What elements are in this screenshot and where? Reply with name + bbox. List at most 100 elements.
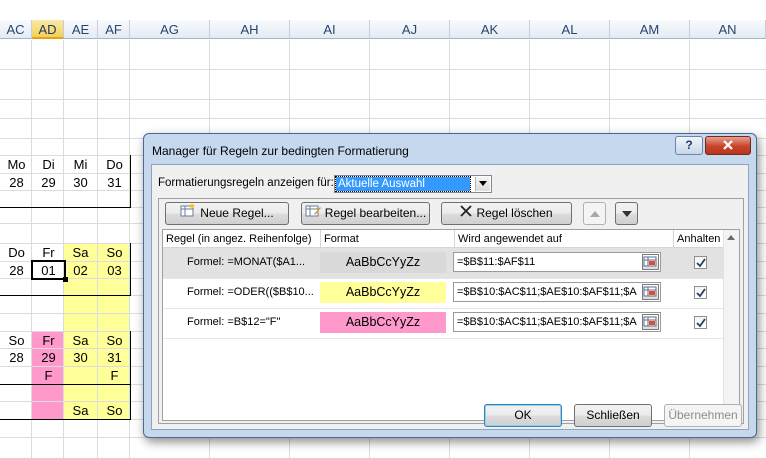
column-header-ag[interactable]: AG xyxy=(130,20,210,39)
column-header-ae[interactable]: AE xyxy=(64,20,98,39)
show-rules-for-dropdown[interactable]: Aktuelle Auswahl xyxy=(334,175,492,193)
applies-to-range-text: =$B$10:$AC$11;$AE$10:$AF$11;$AD xyxy=(457,316,637,328)
column-header-rule[interactable]: Regel (in angez. Reihenfolge) xyxy=(163,230,321,248)
cell-day-block2-3[interactable]: So xyxy=(98,243,131,263)
cell-weekday-block3-1[interactable] xyxy=(32,401,65,421)
block1-bottom-border xyxy=(0,207,130,208)
cell-day-block2-0[interactable]: Do xyxy=(0,243,33,263)
applies-to-range-text: =$B$10:$AC$11;$AE$10:$AF$11;$AD xyxy=(457,286,637,298)
row-separator xyxy=(163,338,725,339)
delete-icon xyxy=(460,203,473,224)
range-picker-button[interactable] xyxy=(642,254,659,270)
column-header-af[interactable]: AF xyxy=(98,20,130,39)
column-header-ak[interactable]: AK xyxy=(450,20,530,39)
cell-flag-block3-3[interactable]: F xyxy=(98,366,131,386)
cell-day-block1-2[interactable]: Mi xyxy=(64,155,97,175)
rule-formula-text: Formel: =MONAT($A1... xyxy=(187,256,306,268)
cell-day-block1-3[interactable]: Do xyxy=(98,155,131,175)
checkmark-icon xyxy=(696,318,706,328)
conditional-formatting-rules-dialog: Manager für Regeln zur bedingten Formati… xyxy=(143,133,757,438)
cell-weekday-block3-2[interactable]: Sa xyxy=(64,401,97,421)
cell-weekday-block3-3[interactable]: So xyxy=(98,401,131,421)
fill-handle[interactable] xyxy=(63,277,68,282)
range-picker-button[interactable] xyxy=(642,314,659,330)
new-rule-label: Neue Regel... xyxy=(200,206,274,220)
column-header-ah[interactable]: AH xyxy=(210,20,290,39)
cell-date-block2-3[interactable]: 03 xyxy=(98,261,131,281)
delete-rule-label: Regel löschen xyxy=(476,206,553,220)
grid-hline xyxy=(0,99,766,100)
close-button[interactable]: Schließen xyxy=(574,404,652,427)
move-down-button[interactable] xyxy=(615,202,638,225)
column-header-ai[interactable]: AI xyxy=(290,20,370,39)
scope-selected-value: Aktuelle Auswahl xyxy=(335,176,471,192)
applies-to-field[interactable]: =$B$10:$AC$11;$AE$10:$AF$11;$AD xyxy=(453,282,661,302)
dropdown-arrow-button[interactable] xyxy=(475,177,490,191)
dialog-title: Manager für Regeln zur bedingten Formati… xyxy=(152,144,409,158)
format-preview: AaBbCcYyZz xyxy=(320,312,446,333)
rule-formula-text: Formel: =B$12="F" xyxy=(187,316,281,328)
rules-list: Regel (in angez. Reihenfolge) Format Wir… xyxy=(162,229,740,421)
delete-rule-button[interactable]: Regel löschen xyxy=(441,202,572,225)
column-header-applies-to[interactable]: Wird angewendet auf xyxy=(455,230,674,248)
close-icon xyxy=(723,140,733,150)
close-window-button[interactable] xyxy=(705,136,751,155)
column-header-ad[interactable]: AD xyxy=(32,20,64,39)
arrow-up-icon xyxy=(589,211,600,217)
formula-area-strip xyxy=(0,0,766,21)
dialog-client-area: Formatierungsregeln anzeigen für: Aktuel… xyxy=(151,164,749,430)
cell-date-block1-3[interactable]: 31 xyxy=(98,173,131,193)
cell-date-block1-0[interactable]: 28 xyxy=(0,173,33,193)
help-button[interactable]: ? xyxy=(675,136,703,155)
cell-day-block1-1[interactable]: Di xyxy=(32,155,65,175)
cell-day-block1-0[interactable]: Mo xyxy=(0,155,33,175)
scroll-up-icon[interactable] xyxy=(727,235,735,240)
cell-date-block3-2[interactable]: 30 xyxy=(64,348,97,368)
range-picker-button[interactable] xyxy=(642,284,659,300)
stop-if-true-checkbox[interactable] xyxy=(694,286,707,299)
cell-date-block3-0[interactable]: 28 xyxy=(0,348,33,368)
column-header-am[interactable]: AM xyxy=(610,20,690,39)
column-header-stop-if-true[interactable]: Anhalten xyxy=(674,230,726,248)
checkmark-icon xyxy=(696,288,706,298)
column-header-aj[interactable]: AJ xyxy=(370,20,450,39)
stop-if-true-checkbox[interactable] xyxy=(694,316,707,329)
edit-rule-button[interactable]: Regel bearbeiten... xyxy=(301,202,430,225)
cell-weekday-block3-0[interactable] xyxy=(0,401,33,421)
applies-to-field[interactable]: =$B$11:$AF$11 xyxy=(453,252,661,272)
cell-flag-block3-1[interactable]: F xyxy=(32,366,65,386)
applies-to-field[interactable]: =$B$10:$AC$11;$AE$10:$AF$11;$AD xyxy=(453,312,661,332)
stop-if-true-checkbox[interactable] xyxy=(694,256,707,269)
cell-date-block2-0[interactable]: 28 xyxy=(0,261,33,281)
arrow-down-icon xyxy=(621,211,632,217)
active-cell-selection[interactable] xyxy=(31,260,66,280)
cell-date-block2-2[interactable]: 02 xyxy=(64,261,97,281)
show-rules-for-label: Formatierungsregeln anzeigen für: xyxy=(158,177,334,189)
cell-flag-block3-0[interactable] xyxy=(0,366,33,386)
grid-hline xyxy=(0,69,766,70)
cell-date-block1-1[interactable]: 29 xyxy=(32,173,65,193)
range-select-icon xyxy=(643,256,657,267)
chevron-down-icon xyxy=(479,181,487,186)
cell-flag-block3-2[interactable] xyxy=(64,366,97,386)
ok-button[interactable]: OK xyxy=(484,404,562,427)
cell-date-block3-3[interactable]: 31 xyxy=(98,348,131,368)
rule-row[interactable]: Formel: =ODER(($B$10... AaBbCcYyZz =$B$10:… xyxy=(163,278,725,308)
column-header-ac[interactable]: AC xyxy=(0,20,32,39)
column-header-an[interactable]: AN xyxy=(690,20,766,39)
vertical-scrollbar[interactable] xyxy=(723,230,739,420)
range-select-icon xyxy=(643,286,657,297)
move-up-button[interactable] xyxy=(583,202,606,225)
column-header-al[interactable]: AL xyxy=(530,20,610,39)
applies-to-range-text: =$B$11:$AF$11 xyxy=(457,256,536,268)
rule-formula-text: Formel: =ODER(($B$10... xyxy=(187,286,314,298)
rule-row[interactable]: Formel: =B$12="F" AaBbCcYyZz =$B$10:$AC$11… xyxy=(163,308,725,338)
rule-row[interactable]: Formel: =MONAT($A1... AaBbCcYyZz =$B$11:$A… xyxy=(163,248,725,278)
cell-date-block1-2[interactable]: 30 xyxy=(64,173,97,193)
column-header-format[interactable]: Format xyxy=(321,230,455,248)
new-rule-icon xyxy=(180,203,196,224)
cell-date-block3-1[interactable]: 29 xyxy=(32,348,65,368)
new-rule-button[interactable]: Neue Regel... xyxy=(165,202,289,225)
apply-button[interactable]: Übernehmen xyxy=(664,404,742,427)
cell-day-block2-2[interactable]: Sa xyxy=(64,243,97,263)
